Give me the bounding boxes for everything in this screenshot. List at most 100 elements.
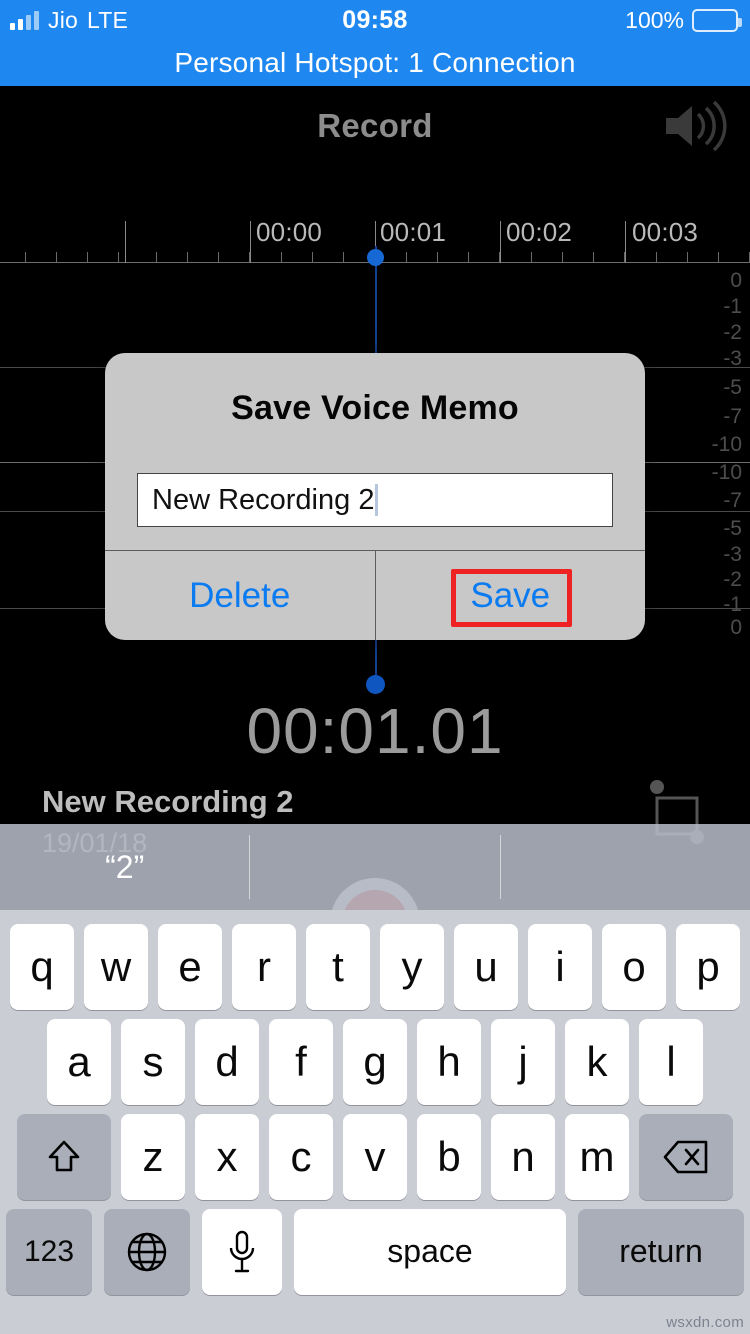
decibel-label: -3 xyxy=(723,543,742,566)
key-u[interactable]: u xyxy=(454,923,518,1010)
key-v[interactable]: v xyxy=(343,1113,407,1200)
app-header: Record xyxy=(0,86,750,166)
backspace-delete-icon[interactable] xyxy=(639,1113,733,1200)
space-key[interactable]: space xyxy=(294,1208,566,1295)
ruler-minor-tick xyxy=(406,252,407,263)
ruler-minor-tick xyxy=(187,252,188,263)
ruler-minor-tick xyxy=(468,252,469,263)
key-l[interactable]: l xyxy=(639,1018,703,1105)
decibel-label: -5 xyxy=(723,517,742,540)
suggestion-item[interactable]: “2” xyxy=(0,835,249,899)
numbers-key[interactable]: 123 xyxy=(6,1208,92,1295)
ruler-minor-tick xyxy=(531,252,532,263)
ruler-minor-tick xyxy=(249,252,250,263)
key-i[interactable]: i xyxy=(528,923,592,1010)
microphone-dictation-icon[interactable] xyxy=(202,1208,282,1295)
status-bar: Jio LTE 09:58 100% xyxy=(0,0,750,40)
save-voice-memo-dialog: Save Voice Memo New Recording 2 Delete S… xyxy=(105,353,645,640)
key-q[interactable]: q xyxy=(10,923,74,1010)
decibel-label: -7 xyxy=(723,405,742,428)
decibel-scale: 0 -1 -2 -3 -5 -7 -10 -10 -7 -5 -3 -2 -1 0 xyxy=(682,263,742,639)
key-x[interactable]: x xyxy=(195,1113,259,1200)
decibel-label: -1 xyxy=(723,593,742,616)
key-d[interactable]: d xyxy=(195,1018,259,1105)
key-m[interactable]: m xyxy=(565,1113,629,1200)
key-y[interactable]: y xyxy=(380,923,444,1010)
ruler-minor-tick xyxy=(25,252,26,263)
autocorrect-suggestion-bar: “2” xyxy=(0,824,750,910)
key-k[interactable]: k xyxy=(565,1018,629,1105)
ruler-minor-tick xyxy=(687,252,688,263)
key-g[interactable]: g xyxy=(343,1018,407,1105)
ruler-minor-tick xyxy=(343,252,344,263)
ruler-minor-tick xyxy=(56,252,57,263)
delete-button[interactable]: Delete xyxy=(105,551,375,640)
battery-percentage-label: 100% xyxy=(625,6,684,33)
decibel-label: -10 xyxy=(711,461,742,484)
keyboard-row-1: qwertyuiop xyxy=(0,919,750,1014)
ruler-minor-tick xyxy=(624,252,625,263)
decibel-label: 0 xyxy=(730,269,742,292)
ruler-time-label: 00:01 xyxy=(380,217,447,247)
save-button[interactable]: Save xyxy=(374,551,646,640)
ruler-minor-tick xyxy=(562,252,563,263)
text-caret xyxy=(375,484,379,516)
key-b[interactable]: b xyxy=(417,1113,481,1200)
dialog-actions: Delete Save xyxy=(105,550,645,640)
shift-arrow-icon[interactable] xyxy=(17,1113,111,1200)
key-o[interactable]: o xyxy=(602,923,666,1010)
elapsed-timer: 00:01.01 xyxy=(246,695,504,767)
recording-name-label: New Recording 2 xyxy=(42,784,294,819)
key-p[interactable]: p xyxy=(676,923,740,1010)
ruler-minor-tick xyxy=(87,252,88,263)
key-z[interactable]: z xyxy=(121,1113,185,1200)
page-title: Record xyxy=(317,107,433,144)
key-j[interactable]: j xyxy=(491,1018,555,1105)
on-screen-keyboard: “2” qwertyuiop asdfghjkl zxcvbnm 123 spa… xyxy=(0,824,750,1334)
personal-hotspot-banner[interactable]: Personal Hotspot: 1 Connection xyxy=(0,40,750,86)
ruler-minor-tick xyxy=(437,252,438,263)
ruler-minor-tick xyxy=(718,252,719,263)
decibel-label: -2 xyxy=(723,321,742,344)
dialog-title: Save Voice Memo xyxy=(231,389,519,427)
battery-full-icon xyxy=(692,8,742,32)
decibel-label: -10 xyxy=(711,433,742,456)
key-r[interactable]: r xyxy=(232,923,296,1010)
memo-name-input[interactable]: New Recording 2 xyxy=(137,473,613,527)
ruler-minor-tick xyxy=(312,252,313,263)
key-c[interactable]: c xyxy=(269,1113,333,1200)
key-e[interactable]: e xyxy=(158,923,222,1010)
ruler-minor-tick xyxy=(499,252,500,263)
keyboard-keys-area: qwertyuiop asdfghjkl zxcvbnm 123 space r… xyxy=(0,910,750,1334)
key-s[interactable]: s xyxy=(121,1018,185,1105)
memo-name-value: New Recording 2 xyxy=(152,483,375,516)
key-h[interactable]: h xyxy=(417,1018,481,1105)
keyboard-row-2: asdfghjkl xyxy=(0,1014,750,1109)
ruler-major-tick xyxy=(625,221,626,263)
ruler-minor-tick xyxy=(156,252,157,263)
keyboard-row-3-letters: zxcvbnm xyxy=(116,1113,634,1200)
ruler-minor-tick xyxy=(218,252,219,263)
ruler-time-label: 00:03 xyxy=(632,217,699,247)
keyboard-row-3: zxcvbnm xyxy=(0,1109,750,1204)
suggestion-item[interactable] xyxy=(501,835,750,899)
ruler-major-tick xyxy=(250,221,251,263)
globe-language-icon[interactable] xyxy=(104,1208,190,1295)
return-key[interactable]: return xyxy=(578,1208,744,1295)
decibel-label: -1 xyxy=(723,295,742,318)
key-w[interactable]: w xyxy=(84,923,148,1010)
ruler-major-tick xyxy=(500,221,501,263)
key-t[interactable]: t xyxy=(306,923,370,1010)
status-bar-right: 100% xyxy=(625,0,742,40)
playhead-handle-bottom[interactable] xyxy=(366,675,385,694)
decibel-label: -3 xyxy=(723,347,742,370)
key-n[interactable]: n xyxy=(491,1113,555,1200)
key-a[interactable]: a xyxy=(47,1018,111,1105)
suggestion-item[interactable] xyxy=(250,835,499,899)
ruler-minor-tick xyxy=(118,252,119,263)
key-f[interactable]: f xyxy=(269,1018,333,1105)
decibel-label: -7 xyxy=(723,489,742,512)
ruler-major-tick xyxy=(125,221,126,263)
playhead-handle-top[interactable] xyxy=(367,249,384,266)
speaker-volume-icon[interactable] xyxy=(662,100,728,152)
